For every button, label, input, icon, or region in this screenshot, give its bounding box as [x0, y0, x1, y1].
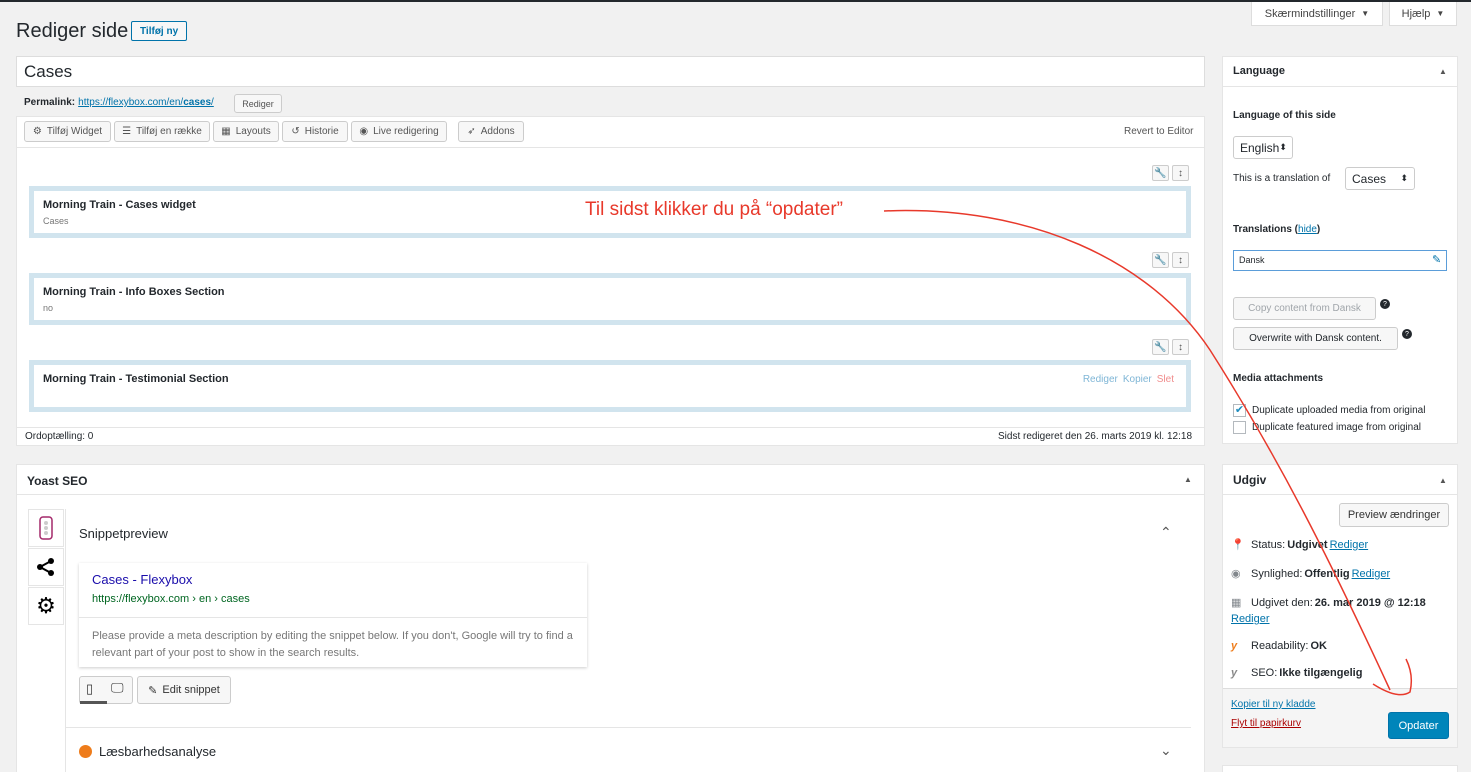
annotation-arrow — [883, 209, 1413, 696]
annotation-arrow-curve — [883, 209, 1391, 691]
